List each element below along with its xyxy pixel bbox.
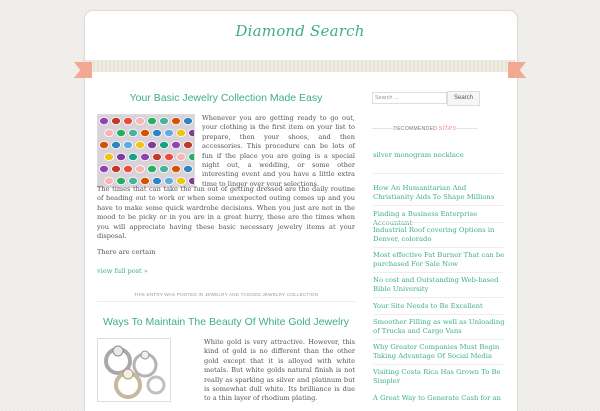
gem-shape: [116, 153, 126, 162]
sidebar-link[interactable]: Why Greater Companies Must Begin Taking …: [373, 343, 508, 362]
gem-shape: [104, 153, 114, 162]
gem-shape: [111, 140, 121, 149]
divider: [373, 205, 503, 206]
divider: [373, 173, 503, 174]
read-more-link[interactable]: view full post »: [97, 267, 148, 275]
divider: [373, 247, 503, 248]
search-button[interactable]: Search: [447, 91, 480, 106]
post-title[interactable]: Your Basic Jewelry Collection Made Easy: [97, 92, 355, 104]
gem-shape: [111, 117, 121, 125]
gem-shape: [111, 165, 121, 174]
divider: [373, 222, 503, 223]
sidebar-link[interactable]: Industrial Roof covering Options in Denv…: [373, 226, 508, 245]
gem-shape: [140, 128, 150, 137]
ribbon-right: [508, 62, 526, 78]
gem-shape: [99, 140, 109, 149]
widget-title-word: Recommended: [393, 126, 437, 132]
header-strip: [85, 60, 515, 72]
search-input[interactable]: Search ...: [372, 92, 447, 104]
gem-shape: [183, 165, 193, 174]
post-title[interactable]: Ways To Maintain The Beauty Of White Gol…: [97, 316, 355, 328]
divider: [373, 297, 503, 298]
sidebar-link[interactable]: Visiting Costa Rica Has Grown To Be Simp…: [373, 368, 508, 387]
gem-shape: [123, 165, 133, 174]
gem-shape: [183, 117, 193, 125]
post-paragraph: White gold is very attractive. However, …: [204, 338, 355, 403]
sidebar-link[interactable]: A Great Way to Generate Cash for an: [373, 394, 508, 403]
gem-shape: [135, 165, 145, 174]
gem-shape: [159, 165, 169, 174]
gem-shape: [128, 128, 138, 137]
gem-shape: [147, 140, 157, 149]
sidebar-link[interactable]: Your Site Needs to Be Excellent: [373, 302, 508, 311]
gem-shape: [176, 177, 186, 186]
gem-shape: [176, 128, 186, 137]
gem-shape: [99, 117, 109, 125]
gem-shape: [135, 140, 145, 149]
gem-shape: [188, 129, 194, 137]
gem-shape: [152, 153, 162, 162]
gem-shape: [164, 153, 174, 162]
sidebar-link[interactable]: Smoother Filling as well as Unloading of…: [373, 318, 508, 337]
post-paragraph: The times that can take the fun out of g…: [97, 185, 355, 241]
divider: [373, 339, 503, 340]
gem-shape: [176, 153, 186, 162]
gem-shape: [164, 177, 174, 186]
recommended-widget-title: Recommended sites: [372, 124, 478, 132]
gem-shape: [171, 140, 181, 149]
sidebar-link[interactable]: No cost and Outstanding Web-based Bible …: [373, 276, 508, 295]
gem-shape: [135, 117, 145, 125]
gem-shape: [99, 165, 109, 174]
gem-shape: [140, 153, 150, 162]
gem-shape: [147, 165, 157, 174]
gem-shape: [104, 177, 114, 186]
gem-shape: [116, 177, 126, 186]
divider: [373, 364, 503, 365]
widget-title-accent: sites: [438, 124, 457, 132]
sidebar-link[interactable]: silver monogram necklace: [373, 151, 508, 160]
gem-shape: [123, 117, 133, 125]
gem-shape: [159, 140, 169, 149]
gem-shape: [128, 153, 138, 162]
gem-shape: [171, 117, 181, 125]
gem-shape: [188, 177, 194, 185]
divider: [373, 272, 503, 273]
gem-shape: [152, 128, 162, 137]
jewelry-gems-image: [97, 114, 195, 188]
gem-shape: [140, 177, 150, 186]
ribbon-left: [74, 62, 92, 78]
white-gold-rings-image: [97, 338, 171, 402]
site-title[interactable]: Diamond Search: [84, 22, 516, 40]
gem-shape: [116, 128, 126, 137]
sidebar-link[interactable]: Most effective Fat Burner That can be pu…: [373, 251, 508, 270]
post-paragraph: Whenever you are getting ready to go out…: [202, 114, 355, 188]
gem-shape: [147, 117, 157, 125]
gem-shape: [164, 128, 174, 137]
post-paragraph: There are certain: [97, 248, 156, 256]
gem-shape: [183, 140, 193, 149]
gem-shape: [159, 117, 169, 125]
gem-shape: [123, 140, 133, 149]
gem-shape: [188, 153, 194, 161]
gem-shape: [104, 128, 114, 137]
divider: [373, 314, 503, 315]
sidebar-link[interactable]: How An Humanitarian And Christianity Aid…: [373, 184, 508, 203]
gem-shape: [152, 177, 162, 186]
gem-shape: [128, 177, 138, 186]
gem-shape: [171, 165, 181, 174]
entry-meta: This entry was posted in Jewelry and tag…: [133, 292, 319, 297]
divider: [97, 301, 355, 302]
